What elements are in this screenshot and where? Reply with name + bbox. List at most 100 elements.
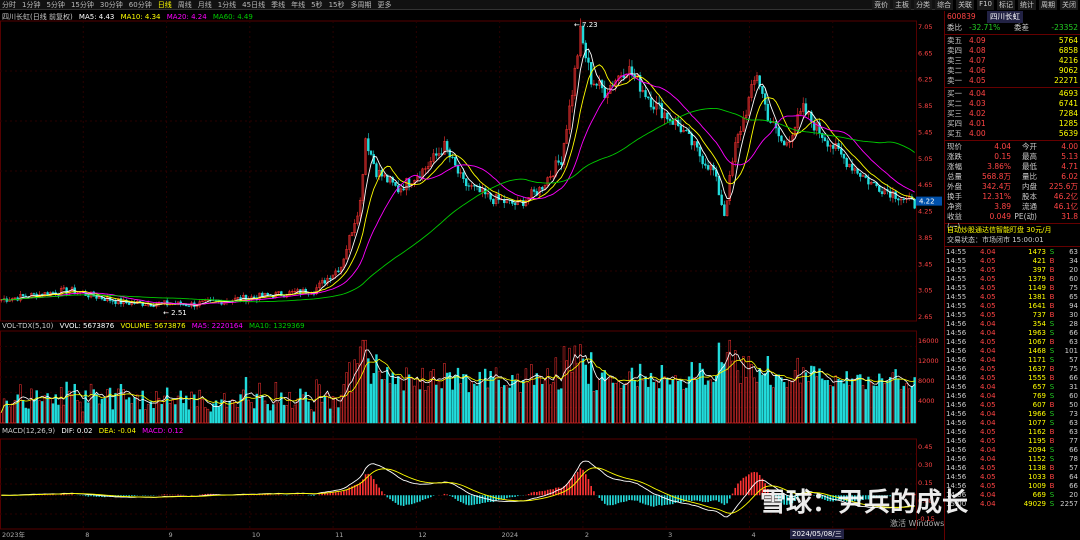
volume-bar — [682, 389, 685, 424]
volume-bar — [899, 389, 903, 424]
period-tab-7[interactable]: 周线 — [178, 0, 192, 10]
bid-row[interactable]: 买四 4.01 1285 — [945, 119, 1080, 129]
volume-bar — [527, 382, 530, 424]
period-tab-14[interactable]: 15秒 — [329, 0, 345, 10]
period-tab-10[interactable]: 45日线 — [242, 0, 265, 10]
function-button-5[interactable]: F10 — [977, 0, 994, 10]
volume-bar — [451, 389, 454, 424]
function-button-0[interactable]: 竞价 — [872, 0, 891, 10]
candle-body — [587, 57, 590, 63]
function-button-1[interactable]: 主板 — [893, 0, 912, 10]
function-toolbar: 竞价 主板 分类 综合 关联 F10 标记 统计 周期 关闭 — [770, 0, 1080, 10]
candle-body — [603, 87, 606, 98]
volume-bar — [410, 377, 413, 424]
period-tab-15[interactable]: 多周期 — [350, 0, 371, 10]
kline-chart-area[interactable]: ← 7.23 ← 2.51 7.05 6.65 6.25 5.85 5.45 5.05 4.65… — [0, 11, 944, 540]
volume-bar — [695, 379, 699, 424]
volume-bar — [815, 376, 818, 424]
ask-row[interactable]: 卖四 4.08 6858 — [945, 46, 1080, 56]
volume-bar — [130, 403, 134, 424]
volume-bar — [108, 387, 112, 424]
period-tab-9[interactable]: 1分线 — [218, 0, 236, 10]
bid-row[interactable]: 买二 4.03 6741 — [945, 99, 1080, 109]
volume-bar — [261, 394, 264, 424]
volume-bar — [804, 372, 808, 424]
volume-bar — [24, 407, 28, 424]
candle-body — [840, 148, 843, 155]
x-axis-label: 9 — [169, 531, 173, 539]
period-tab-13[interactable]: 5秒 — [311, 0, 322, 10]
volume-bar — [89, 383, 93, 424]
trade-row: 14:56 4.05 1138 B 57 — [946, 464, 1078, 472]
volume-bar — [454, 375, 457, 424]
volume-bar — [758, 368, 761, 424]
stock-name[interactable]: 四川长虹 — [987, 11, 1023, 23]
macd-title: MACD(12,26,9) — [2, 427, 56, 435]
candle-body — [402, 188, 405, 191]
trade-row: 14:56 4.04 657 S 31 — [946, 383, 1078, 391]
ask-row[interactable]: 卖五 4.09 5764 — [945, 36, 1080, 46]
stat-row: 换手 12.31% 股本 46.2亿 — [947, 192, 1078, 201]
period-tab-16[interactable]: 更多 — [377, 0, 391, 10]
period-tab-2[interactable]: 5分钟 — [46, 0, 64, 10]
candle-body — [679, 125, 683, 133]
bid-row[interactable]: 买五 4.00 5639 — [945, 129, 1080, 139]
trade-row: 14:56 4.04 1152 S 78 — [946, 455, 1078, 463]
stat-row: 涨跌 0.15 最高 5.13 — [947, 152, 1078, 161]
volume-bar — [250, 402, 253, 424]
period-tab-5[interactable]: 60分钟 — [129, 0, 152, 10]
function-button-3[interactable]: 综合 — [935, 0, 954, 10]
volume-bar — [674, 375, 677, 424]
ask-row[interactable]: 卖三 4.07 4216 — [945, 56, 1080, 66]
volume-bar — [125, 399, 128, 424]
period-tab-0[interactable]: 分时 — [2, 0, 16, 10]
function-button-4[interactable]: 关联 — [956, 0, 975, 10]
current-price-text: 4.22 — [919, 198, 935, 206]
volume-bar — [133, 397, 136, 424]
volume-bar — [807, 381, 810, 424]
volume-bar — [532, 384, 536, 424]
bid-row[interactable]: 买三 4.02 7284 — [945, 109, 1080, 119]
volume-bar — [475, 385, 479, 424]
ma5-value: MA5: 4.43 — [78, 13, 115, 21]
stat-row: 现价 4.04 今开 4.00 — [947, 142, 1078, 151]
candle-body — [541, 187, 544, 190]
ask-row[interactable]: 卖一 4.05 22271 — [945, 76, 1080, 86]
kline-svg[interactable]: ← 7.23 ← 2.51 7.05 6.65 6.25 5.85 5.45 5.05 4.65… — [0, 11, 944, 540]
notice-row[interactable]: 自动炒股通达信智能盯盘 30元/月 — [945, 225, 1080, 235]
ask-row[interactable]: 卖二 4.06 9062 — [945, 66, 1080, 76]
candle-body — [111, 300, 115, 302]
period-tab-12[interactable]: 年线 — [291, 0, 305, 10]
candle-body — [867, 177, 870, 185]
period-tab-8[interactable]: 月线 — [198, 0, 212, 10]
date-badge: 2024/05/08/三 — [790, 529, 844, 539]
candle-body — [369, 150, 373, 155]
volume-bar — [440, 388, 443, 424]
period-tab-11[interactable]: 季线 — [271, 0, 285, 10]
function-button-8[interactable]: 周期 — [1039, 0, 1057, 10]
volume-bar — [323, 395, 327, 424]
period-tab-4[interactable]: 30分钟 — [100, 0, 123, 10]
trade-list[interactable]: 14:55 4.04 1473 S 63 14:55 4.05 421 B 34 14:55 4.05… — [945, 248, 1080, 509]
function-button-6[interactable]: 标记 — [997, 0, 1015, 10]
function-button-2[interactable]: 分类 — [914, 0, 933, 10]
volume-bar — [619, 387, 623, 424]
function-button-7[interactable]: 统计 — [1018, 0, 1036, 10]
volume-bar — [255, 393, 259, 424]
period-tab-6[interactable]: 日线 — [158, 0, 172, 10]
function-button-9[interactable]: 关闭 — [1060, 0, 1078, 10]
volume-bar — [633, 380, 636, 424]
weibi-label: 委比 — [947, 23, 962, 32]
candle-body — [666, 112, 669, 120]
volume-bar — [223, 393, 226, 424]
bid-row[interactable]: 买一 4.04 4693 — [945, 89, 1080, 99]
volume-bar — [598, 379, 601, 424]
period-tab-3[interactable]: 15分钟 — [71, 0, 94, 10]
period-tab-1[interactable]: 1分钟 — [22, 0, 40, 10]
x-axis-label: 12 — [418, 531, 426, 539]
volume-bar — [405, 367, 408, 424]
volume-bar — [329, 408, 332, 424]
macd-legend: MACD(12,26,9) DIF: 0.02 DEA: -0.04 MACD:… — [2, 427, 187, 435]
volume-bar — [796, 357, 799, 424]
volume-bar — [687, 376, 691, 424]
